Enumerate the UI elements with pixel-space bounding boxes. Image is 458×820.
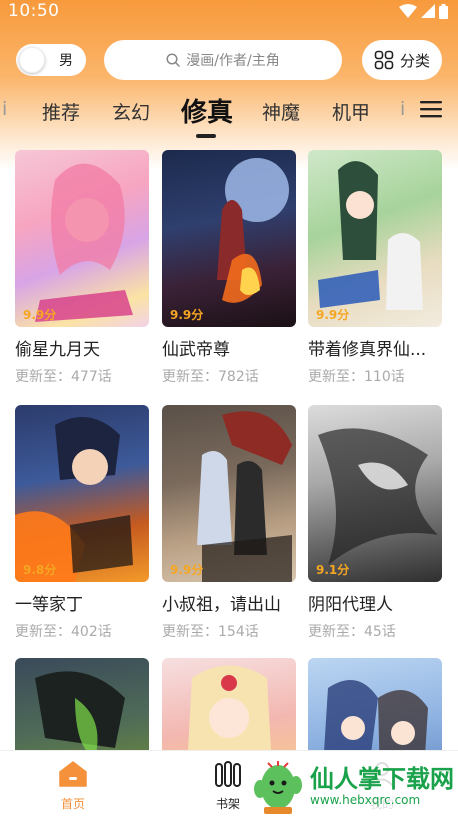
status-bar: 10:50 bbox=[0, 0, 458, 22]
cover-art bbox=[197, 411, 292, 582]
comic-cover: 9.9分 bbox=[162, 405, 296, 582]
wifi-icon bbox=[399, 4, 417, 18]
comic-update: 更新至：154话 bbox=[162, 624, 259, 640]
tab-xiuzhen[interactable]: 修真 bbox=[181, 92, 233, 129]
toggle-knob bbox=[19, 47, 45, 73]
comic-card[interactable]: 9.9分 偷星九月天 更新至：477话 bbox=[15, 150, 149, 386]
cover-art bbox=[318, 428, 438, 565]
comic-score: 9.9分 bbox=[23, 308, 57, 322]
search-icon bbox=[166, 53, 181, 67]
tab-xuanhuan[interactable]: 玄幻 bbox=[112, 98, 150, 125]
comic-title: 小叔祖，请出山 bbox=[162, 595, 281, 615]
watermark-url: www.hebxqrc.com bbox=[310, 793, 421, 807]
nav-home[interactable]: 首页 bbox=[33, 761, 113, 812]
comic-score: 9.9分 bbox=[316, 308, 350, 322]
tab-partial-right[interactable]: i bbox=[400, 98, 405, 120]
genre-tabs: i 推荐 玄幻 修真 神魔 机甲 i bbox=[0, 90, 458, 134]
comic-cover: 9.1分 bbox=[308, 405, 442, 582]
comic-cover: 9.9分 bbox=[308, 150, 442, 327]
header-gradient-background bbox=[0, 0, 458, 170]
comic-score: 9.1分 bbox=[316, 563, 350, 577]
tab-recommend[interactable]: 推荐 bbox=[42, 98, 80, 125]
signal-icon bbox=[421, 4, 435, 18]
comic-update: 更新至：402话 bbox=[15, 624, 112, 640]
comic-title: 带着修真界仙... bbox=[308, 340, 427, 360]
cover-art bbox=[15, 417, 133, 582]
battery-icon bbox=[439, 3, 448, 19]
comic-cover: 9.9分 bbox=[162, 150, 296, 327]
comic-score: 9.9分 bbox=[170, 563, 204, 577]
tab-partial-left[interactable]: i bbox=[2, 98, 7, 120]
comic-card[interactable]: 9.1分 阴阳代理人 更新至：45话 bbox=[308, 405, 442, 641]
comic-card[interactable]: 9.8分 一等家丁 更新至：402话 bbox=[15, 405, 149, 641]
comic-card[interactable]: 9.9分 带着修真界仙... 更新至：110话 bbox=[308, 150, 442, 386]
search-placeholder: 漫画/作者/主角 bbox=[186, 53, 280, 69]
menu-icon[interactable] bbox=[420, 100, 442, 118]
category-button[interactable]: 分类 bbox=[362, 40, 442, 80]
comic-update: 更新至：45话 bbox=[308, 624, 396, 640]
search-input[interactable]: 漫画/作者/主角 bbox=[104, 40, 342, 80]
comic-score: 9.9分 bbox=[170, 308, 204, 322]
comic-title: 仙武帝尊 bbox=[162, 340, 230, 360]
comic-update: 更新至：477话 bbox=[15, 369, 112, 385]
comic-title: 偷星九月天 bbox=[15, 340, 100, 360]
cover-art bbox=[217, 158, 289, 303]
header-row: 男 漫画/作者/主角 分类 bbox=[0, 40, 458, 80]
comic-cover: 9.8分 bbox=[15, 405, 149, 582]
gender-label: 男 bbox=[59, 53, 73, 69]
active-tab-indicator bbox=[196, 134, 216, 138]
category-label: 分类 bbox=[399, 51, 430, 70]
bookshelf-icon bbox=[215, 761, 241, 787]
comic-update: 更新至：110话 bbox=[308, 369, 405, 385]
status-time: 10:50 bbox=[8, 1, 60, 21]
comic-card[interactable]: 9.9分 仙武帝尊 更新至：782话 bbox=[162, 150, 296, 386]
comic-cover: 9.9分 bbox=[15, 150, 149, 327]
nav-home-label: 首页 bbox=[60, 797, 85, 811]
gender-toggle[interactable]: 男 bbox=[16, 44, 86, 76]
home-icon bbox=[59, 761, 87, 787]
category-grid-icon bbox=[374, 50, 394, 70]
comic-title: 一等家丁 bbox=[15, 595, 83, 615]
tab-jijia[interactable]: 机甲 bbox=[332, 98, 370, 125]
cover-art bbox=[318, 161, 423, 310]
status-icons bbox=[399, 3, 448, 19]
cover-art bbox=[35, 163, 133, 322]
watermark-title: 仙人掌下载网 bbox=[310, 765, 454, 793]
comic-title: 阴阳代理人 bbox=[308, 595, 393, 615]
comic-score: 9.8分 bbox=[23, 563, 57, 577]
cactus-logo-icon bbox=[254, 761, 302, 814]
site-watermark: 仙人掌下载网 www.hebxqrc.com bbox=[250, 755, 454, 817]
comic-update: 更新至：782话 bbox=[162, 369, 259, 385]
tab-shenmo[interactable]: 神魔 bbox=[262, 98, 300, 125]
comic-card[interactable]: 9.9分 小叔祖，请出山 更新至：154话 bbox=[162, 405, 296, 641]
